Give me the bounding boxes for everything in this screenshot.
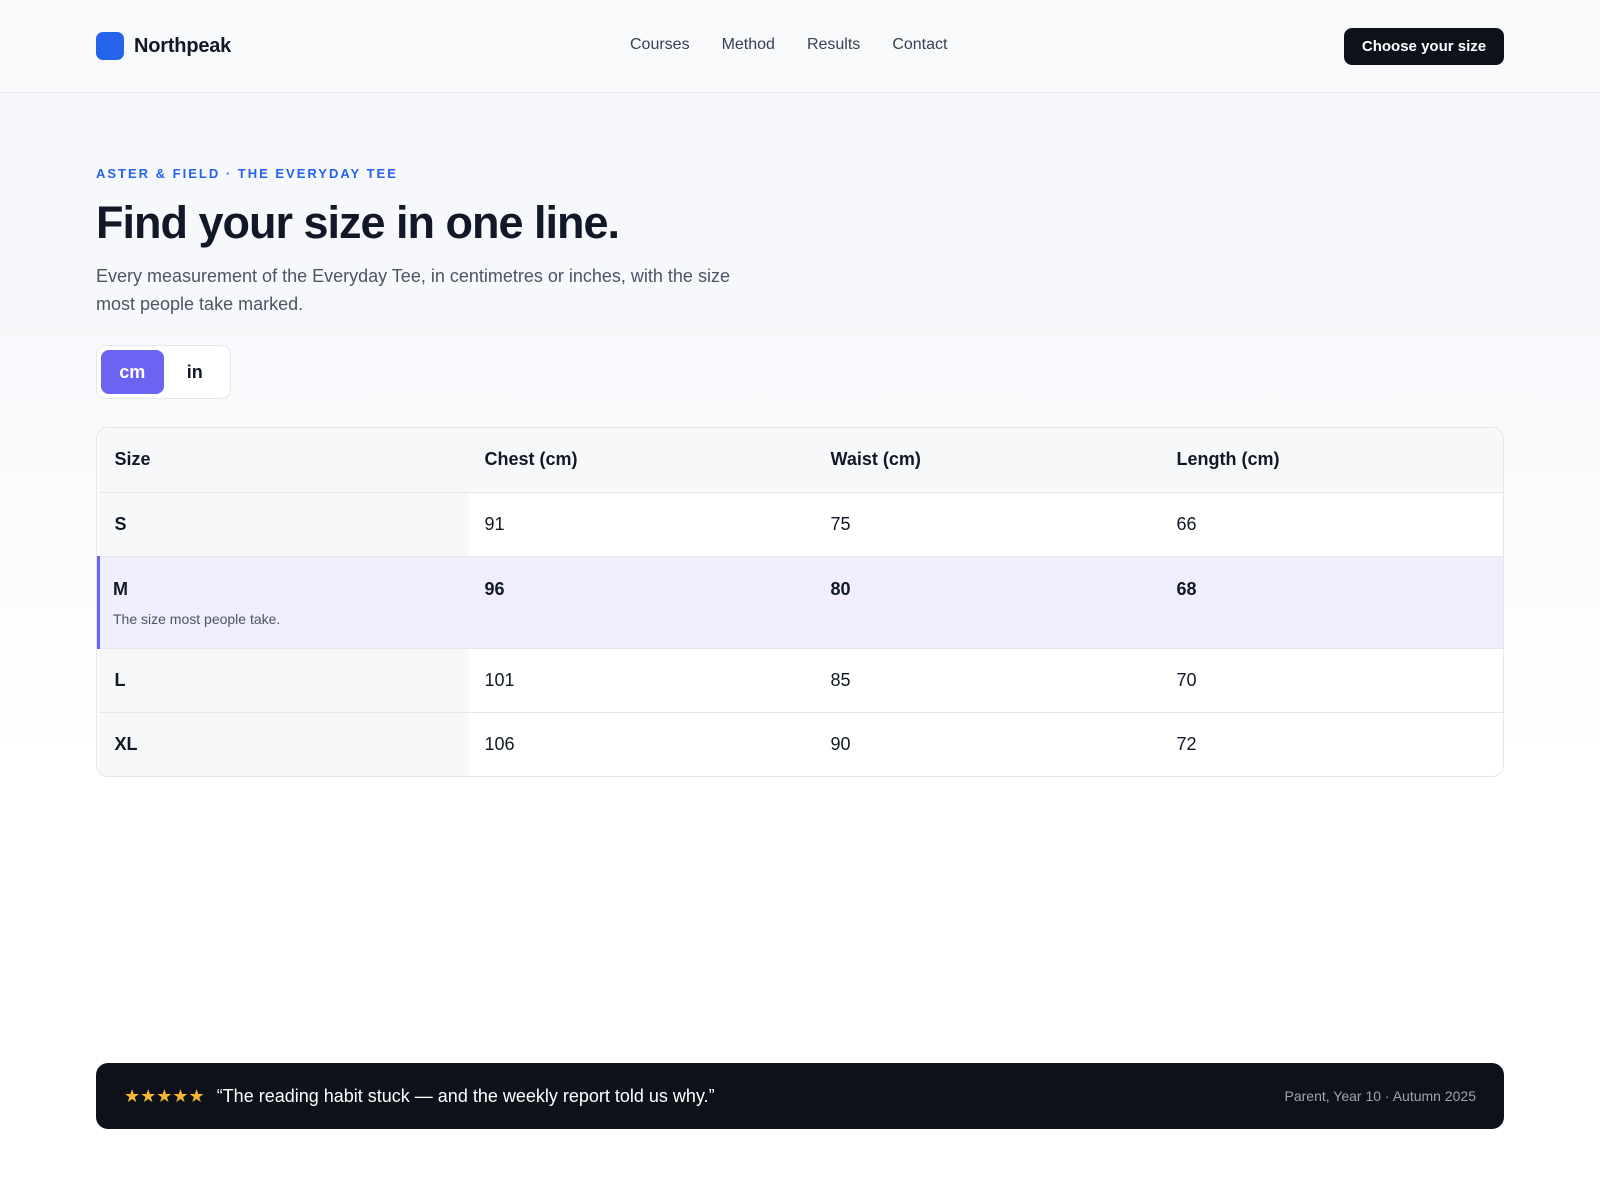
testimonial-quote: “The reading habit stuck — and the weekl… bbox=[216, 1085, 715, 1106]
chest-cell: 101 bbox=[468, 648, 815, 713]
page-title: Find your size in one line. bbox=[96, 197, 620, 248]
page-subtitle: Every measurement of the Everyday Tee, i… bbox=[96, 266, 730, 314]
table-header-row: Size Chest (cm) Waist (cm) Length (cm) bbox=[98, 428, 1503, 493]
column-header-chest: Chest (cm) bbox=[468, 428, 815, 493]
recommended-note: The size most people take. bbox=[113, 610, 281, 627]
waist-cell: 90 bbox=[830, 733, 851, 754]
size-cell: S bbox=[98, 492, 469, 557]
size-label: M bbox=[113, 578, 128, 599]
brand[interactable]: Northpeak bbox=[96, 32, 231, 60]
unit-toggle: cm in bbox=[96, 345, 231, 399]
column-header-length: Length (cm) bbox=[1160, 428, 1503, 493]
table-row: XL 106 90 72 bbox=[98, 712, 1504, 776]
testimonial-banner: ★★★★★ “The reading habit stuck — and the… bbox=[96, 1063, 1504, 1129]
chest-cell: 106 bbox=[484, 733, 515, 754]
table-row: L 101 85 70 bbox=[98, 648, 1503, 713]
nav-item-method[interactable]: Method bbox=[722, 36, 775, 54]
size-cell: XL bbox=[98, 712, 469, 776]
waist-cell: 75 bbox=[814, 492, 1161, 557]
size-cell: L bbox=[98, 648, 469, 713]
brand-name: Northpeak bbox=[134, 34, 232, 57]
waist-cell: 85 bbox=[814, 648, 1161, 713]
size-table: Size Chest (cm) Waist (cm) Length (cm) S… bbox=[96, 427, 1504, 777]
length-cell: 70 bbox=[1160, 648, 1503, 713]
nav-item-results[interactable]: Results bbox=[807, 36, 860, 54]
brand-logo-icon bbox=[96, 32, 124, 60]
chest-cell: 96 bbox=[468, 556, 815, 649]
chest-cell: 91 bbox=[468, 492, 815, 557]
column-header-waist: Waist (cm) bbox=[814, 428, 1161, 493]
nav-item-courses[interactable]: Courses bbox=[630, 36, 690, 54]
table-row-recommended: M The size most people take. 96 80 68 bbox=[97, 556, 1503, 649]
star-rating-icon: ★★★★★ bbox=[124, 1085, 205, 1106]
length-cell: 66 bbox=[1160, 492, 1503, 557]
site-header: Northpeak Courses Method Results Contact… bbox=[0, 0, 1600, 93]
length-cell: 72 bbox=[1176, 733, 1197, 754]
table-row: S 91 75 66 bbox=[98, 492, 1503, 557]
eyebrow-label: ASTER & FIELD · THE EVERYDAY TEE bbox=[96, 166, 398, 181]
unit-in-button[interactable]: in bbox=[164, 350, 227, 394]
unit-cm-button[interactable]: cm bbox=[101, 350, 164, 394]
size-cell: M The size most people take. bbox=[97, 556, 469, 649]
choose-size-button[interactable]: Choose your size bbox=[1344, 28, 1504, 65]
nav-item-contact[interactable]: Contact bbox=[892, 36, 947, 54]
waist-cell: 80 bbox=[814, 556, 1161, 649]
testimonial-attribution: Parent, Year 10 · Autumn 2025 bbox=[1284, 1088, 1476, 1104]
column-header-size: Size bbox=[98, 428, 469, 493]
main-nav: Courses Method Results Contact bbox=[630, 36, 979, 54]
length-cell: 68 bbox=[1160, 556, 1503, 649]
